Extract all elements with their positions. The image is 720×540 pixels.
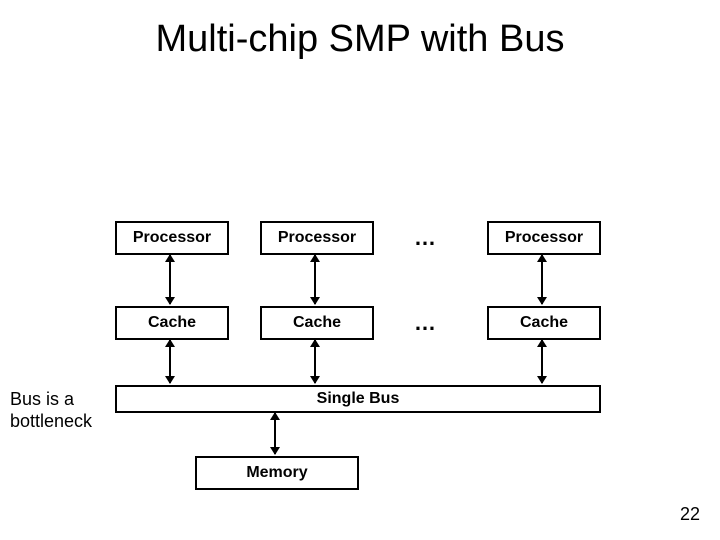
- cache-box-n: Cache: [487, 306, 601, 340]
- single-bus-box: Single Bus: [115, 385, 601, 413]
- arrow-proc-cache-1: [169, 255, 171, 304]
- page-number: 22: [680, 504, 700, 525]
- processor-box-2: Processor: [260, 221, 374, 255]
- arrow-bus-memory: [274, 413, 276, 454]
- bottleneck-note: Bus is a bottleneck: [10, 389, 92, 432]
- slide-title: Multi-chip SMP with Bus: [0, 0, 720, 61]
- cache-ellipsis: …: [405, 310, 445, 336]
- cache-box-2: Cache: [260, 306, 374, 340]
- memory-box: Memory: [195, 456, 359, 490]
- processor-ellipsis: …: [405, 225, 445, 251]
- arrow-cache-bus-2: [314, 340, 316, 383]
- processor-box-1: Processor: [115, 221, 229, 255]
- cache-box-1: Cache: [115, 306, 229, 340]
- arrow-proc-cache-2: [314, 255, 316, 304]
- processor-box-n: Processor: [487, 221, 601, 255]
- arrow-cache-bus-n: [541, 340, 543, 383]
- arrow-proc-cache-n: [541, 255, 543, 304]
- arrow-cache-bus-1: [169, 340, 171, 383]
